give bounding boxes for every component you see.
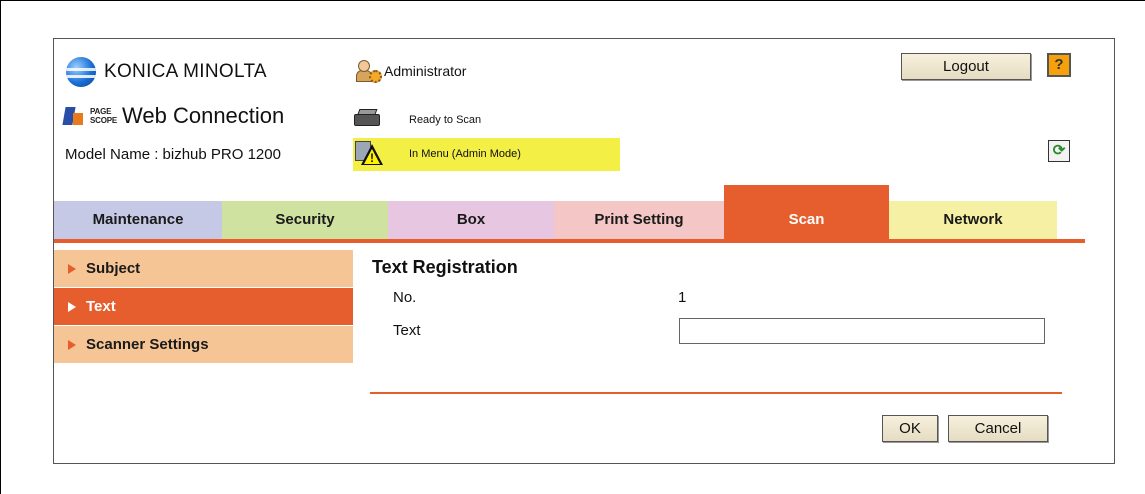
tab-label: Print Setting <box>594 211 684 228</box>
tab-underline <box>54 239 1085 243</box>
warning-icon: ! <box>355 141 383 167</box>
pagescope-wordmark: PAGE SCOPE <box>90 107 117 125</box>
pagescope-icon <box>62 105 86 127</box>
sidebar-item-label: Scanner Settings <box>86 336 209 353</box>
sidebar-item-scanner-settings[interactable]: Scanner Settings <box>54 326 353 364</box>
refresh-icon[interactable]: ⟳ <box>1048 140 1070 162</box>
text-label: Text <box>393 322 421 339</box>
page-title: Text Registration <box>372 257 518 277</box>
pagescope-top: PAGE <box>90 107 112 116</box>
printer-status: Ready to Scan <box>409 114 482 126</box>
sidebar-item-label: Subject <box>86 260 141 277</box>
number-label: No. <box>393 289 417 306</box>
cancel-button[interactable]: Cancel <box>948 415 1048 442</box>
web-connection-title: Web Connection <box>122 103 285 128</box>
tab-security[interactable]: Security <box>222 201 388 239</box>
sidebar-item-text[interactable]: Text <box>54 288 353 326</box>
arrow-right-icon <box>68 339 76 350</box>
tab-network[interactable]: Network <box>889 201 1057 239</box>
administrator-icon <box>356 60 382 83</box>
tab-maintenance[interactable]: Maintenance <box>54 201 222 239</box>
arrow-right-icon <box>68 263 76 274</box>
tab-label: Maintenance <box>92 211 184 228</box>
sidebar: Subject Text Scanner Settings <box>54 250 353 364</box>
web-connection-panel: KONICA MINOLTA PAGE SCOPE Web Connection… <box>53 38 1115 464</box>
tab-label: Box <box>456 211 486 228</box>
tab-box[interactable]: Box <box>388 201 554 239</box>
text-input[interactable] <box>679 318 1045 344</box>
warning-mark: ! <box>370 151 374 165</box>
logout-button[interactable]: Logout <box>901 53 1031 80</box>
sidebar-item-subject[interactable]: Subject <box>54 250 353 288</box>
help-icon[interactable]: ? <box>1047 53 1071 77</box>
divider <box>370 392 1062 394</box>
tab-print-setting[interactable]: Print Setting <box>554 201 724 239</box>
model-name: Model Name : bizhub PRO 1200 <box>65 146 281 163</box>
number-value: 1 <box>678 289 687 306</box>
brand-name: KONICA MINOLTA <box>104 61 267 82</box>
sidebar-item-label: Text <box>86 298 116 315</box>
printer-icon <box>354 109 380 127</box>
tab-label: Security <box>275 211 335 228</box>
mode-status-bar: ! In Menu (Admin Mode) <box>353 138 620 171</box>
main-tabs: Maintenance Security Box Print Setting S… <box>54 185 1085 239</box>
konica-minolta-logo: KONICA MINOLTA <box>66 57 267 87</box>
konica-minolta-globe-icon <box>66 57 96 87</box>
ok-button[interactable]: OK <box>882 415 938 442</box>
user-label: Administrator <box>384 63 467 79</box>
pagescope-logo: PAGE SCOPE Web Connection <box>62 103 285 129</box>
arrow-right-icon <box>68 301 76 312</box>
mode-status-text: In Menu (Admin Mode) <box>409 148 521 160</box>
tab-label: Network <box>943 211 1003 228</box>
tab-scan[interactable]: Scan <box>724 185 889 239</box>
pagescope-bottom: SCOPE <box>90 116 118 125</box>
